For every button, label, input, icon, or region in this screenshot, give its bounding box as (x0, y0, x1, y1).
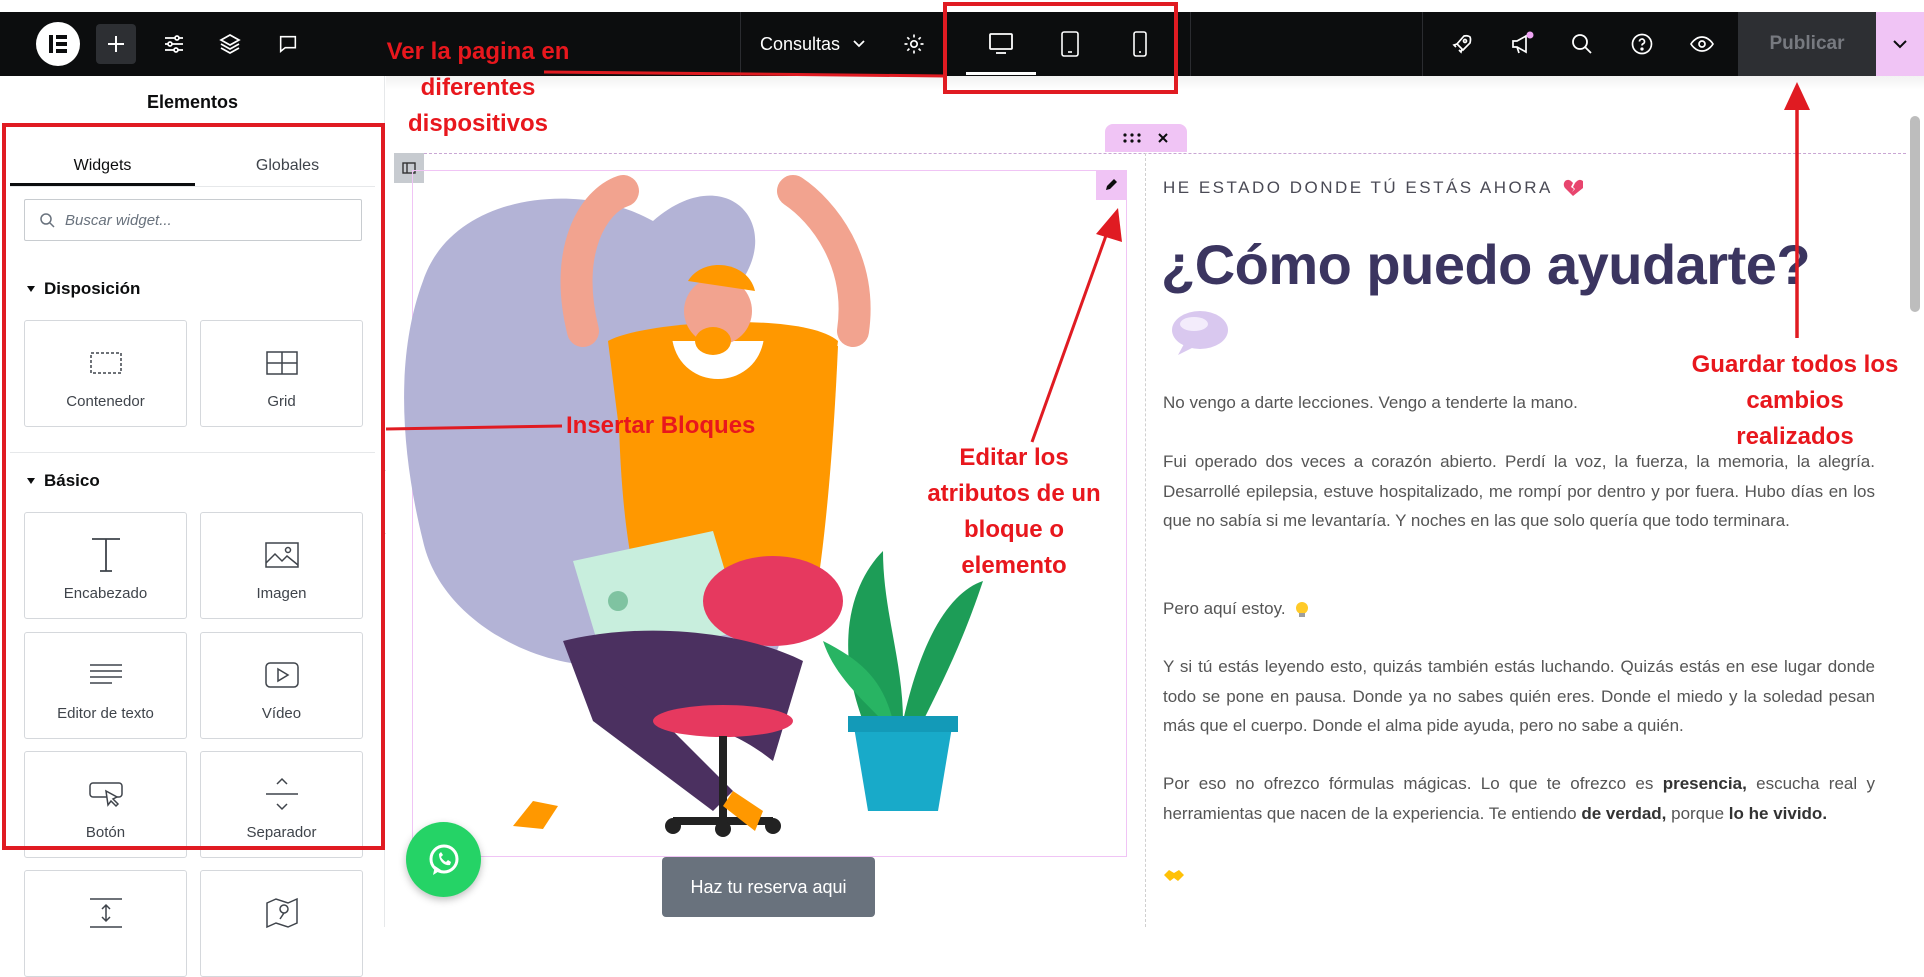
paragraph-text: Por eso no ofrezco fórmulas mágicas. Lo … (1163, 774, 1663, 793)
whatsapp-icon (429, 844, 458, 875)
eye-icon (1690, 36, 1714, 52)
comment-icon (279, 35, 297, 53)
elementor-logo-button[interactable] (28, 12, 88, 76)
site-settings-button[interactable] (144, 12, 204, 76)
publish-button[interactable]: Publicar (1738, 12, 1876, 76)
whatsapp-button[interactable] (406, 822, 481, 897)
edit-annotation-arrow (1030, 208, 1122, 443)
structure-button[interactable] (200, 12, 260, 76)
chevron-down-icon (1893, 40, 1907, 49)
notes-button[interactable] (258, 12, 318, 76)
column-divider (1145, 153, 1146, 927)
handshake-icon (1163, 866, 1185, 884)
kicker-text: HE ESTADO DONDE TÚ ESTÁS AHORA (1163, 178, 1583, 198)
map-icon (265, 897, 298, 929)
bold-text: de verdad, (1581, 803, 1667, 823)
annotation-edit: Editar los atributos de un bloque o elem… (927, 444, 1101, 579)
paragraph: Pero aquí estoy. (1163, 594, 1875, 624)
bold-text: lo he vivido. (1728, 803, 1828, 823)
paragraph: Y si tú estás leyendo esto, quizás tambi… (1163, 657, 1875, 735)
spacer-icon (89, 898, 122, 928)
whats-new-button[interactable] (1492, 12, 1552, 76)
section-handle[interactable] (1105, 124, 1187, 152)
save-annotation-arrow (1784, 82, 1810, 338)
widget-google-maps[interactable] (200, 870, 363, 977)
paragraph-text: Pero aquí estoy. (1163, 599, 1286, 618)
megaphone-icon (1512, 31, 1534, 54)
help-button[interactable] (1612, 12, 1672, 76)
devices-highlight-box (943, 2, 1178, 94)
layers-icon (219, 34, 241, 54)
chevron-down-icon (853, 40, 865, 48)
kicker-label: HE ESTADO DONDE TÚ ESTÁS AHORA (1163, 178, 1553, 197)
search-icon (1572, 34, 1592, 54)
plus-icon (96, 24, 136, 64)
canvas-scrollbar[interactable] (1910, 116, 1920, 312)
sliders-icon (165, 35, 183, 53)
annotation-devices: Ver la pagina en diferentes dispositivos (386, 38, 570, 137)
page-name: Consultas (760, 33, 841, 54)
speech-bubble-icon (1170, 308, 1230, 358)
launchpad-button[interactable] (1432, 12, 1492, 76)
insert-annotation-line (385, 424, 563, 431)
bold-text: presencia, (1662, 774, 1747, 793)
reserve-button[interactable]: Haz tu reserva aqui (662, 857, 875, 917)
annotation-save: Guardar todos los cambios realizados (1691, 351, 1899, 450)
elementor-logo-icon (36, 22, 80, 66)
publish-options-button[interactable] (1876, 12, 1924, 76)
paragraph-text: porque (1666, 803, 1729, 823)
devices-annotation-line (543, 70, 947, 78)
finder-button[interactable] (1552, 12, 1612, 76)
lightbulb-icon (1294, 601, 1310, 619)
divider (1190, 12, 1191, 76)
help-icon (1631, 33, 1653, 55)
preview-button[interactable] (1672, 12, 1732, 76)
gear-icon (904, 34, 924, 54)
panel-title: Elementos (146, 92, 239, 112)
widget-espaciador[interactable] (24, 870, 187, 977)
insert-blocks-highlight-box (2, 123, 385, 850)
rocket-icon (1452, 34, 1472, 54)
drag-handle-icon[interactable] (1123, 133, 1141, 143)
paragraph: Fui operado dos veces a corazón abierto.… (1163, 452, 1875, 530)
page-heading: ¿Cómo puedo ayudarte? (1161, 233, 1811, 296)
close-icon[interactable] (1157, 132, 1169, 144)
divider (1422, 12, 1423, 76)
annotation-insert: Insertar Bloques (566, 412, 756, 439)
add-element-button[interactable] (86, 12, 146, 76)
paragraph: Por eso no ofrezco fórmulas mágicas. Lo … (1163, 769, 1875, 828)
section-outline (394, 153, 1906, 154)
pencil-icon (1106, 179, 1117, 190)
edit-widget-button[interactable] (1096, 170, 1126, 200)
broken-heart-icon (1563, 179, 1583, 196)
